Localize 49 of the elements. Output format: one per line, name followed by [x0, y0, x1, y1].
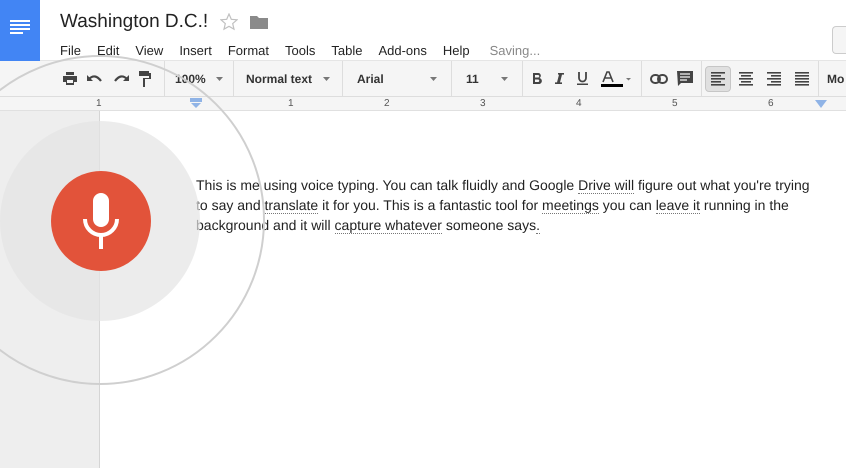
ruler-number: 2 — [384, 97, 390, 110]
comment-icon[interactable] — [677, 71, 693, 86]
align-left-button[interactable] — [705, 66, 731, 92]
underline-icon[interactable] — [577, 72, 588, 85]
redo-icon[interactable] — [113, 72, 129, 84]
menu-item[interactable]: Tools — [285, 40, 316, 60]
menu-item[interactable]: View — [135, 40, 164, 60]
font-dropdown[interactable]: Arial — [343, 70, 451, 88]
ruler-number: 3 — [480, 97, 486, 110]
caret-icon — [501, 76, 508, 80]
menu-item[interactable]: Edit — [96, 40, 120, 60]
ruler-number: 4 — [576, 97, 582, 110]
align-right-icon — [767, 72, 781, 86]
more-button[interactable]: Mo — [819, 70, 844, 88]
right-indent-marker-icon[interactable] — [815, 100, 827, 108]
bold-icon[interactable] — [533, 73, 542, 84]
link-icon[interactable] — [650, 74, 668, 84]
save-status: Saving... — [490, 42, 540, 60]
document-paragraph: This is me using voice typing. You can talk fluidly and Google Drive will figure out what you're trying to say and translate it for you. This is a fantastic tool for meetings you can leave it running in the background and it will capture whatever someone says. — [196, 176, 811, 235]
menu-item[interactable]: File — [60, 40, 81, 60]
lines-icon — [10, 20, 30, 36]
caret-icon — [323, 76, 330, 80]
caret-icon — [430, 76, 437, 80]
ruler-number: 6 — [768, 97, 774, 110]
align-center-icon — [739, 72, 753, 86]
docs-logo[interactable] — [0, 0, 40, 61]
menu-item[interactable]: Help — [442, 40, 470, 60]
undo-icon[interactable] — [87, 72, 103, 84]
align-justify-icon — [795, 72, 809, 86]
print-icon[interactable] — [63, 72, 77, 85]
menu-item[interactable]: Add-ons — [378, 40, 427, 60]
indent-marker-icon[interactable] — [190, 98, 202, 108]
menu-item[interactable]: Format — [228, 40, 269, 60]
menu-item[interactable]: Insert — [179, 40, 212, 60]
microphone-icon — [81, 193, 121, 249]
star-icon[interactable] — [220, 13, 238, 32]
paint-roller-icon[interactable] — [139, 70, 151, 86]
folder-icon[interactable] — [250, 15, 268, 30]
text-color-icon[interactable] — [601, 70, 631, 86]
ruler-number: 5 — [672, 97, 678, 110]
italic-icon[interactable] — [555, 73, 564, 84]
document-title[interactable]: Washington D.C.! — [60, 8, 208, 36]
size-dropdown[interactable]: 11 — [452, 70, 522, 88]
caret-icon — [216, 76, 223, 80]
ruler-number: 1 — [288, 97, 294, 110]
align-left-icon — [711, 72, 725, 86]
menu-item[interactable]: Table — [331, 40, 362, 60]
ruler-number: 1 — [96, 97, 102, 110]
style-dropdown[interactable]: Normal text — [234, 70, 342, 88]
